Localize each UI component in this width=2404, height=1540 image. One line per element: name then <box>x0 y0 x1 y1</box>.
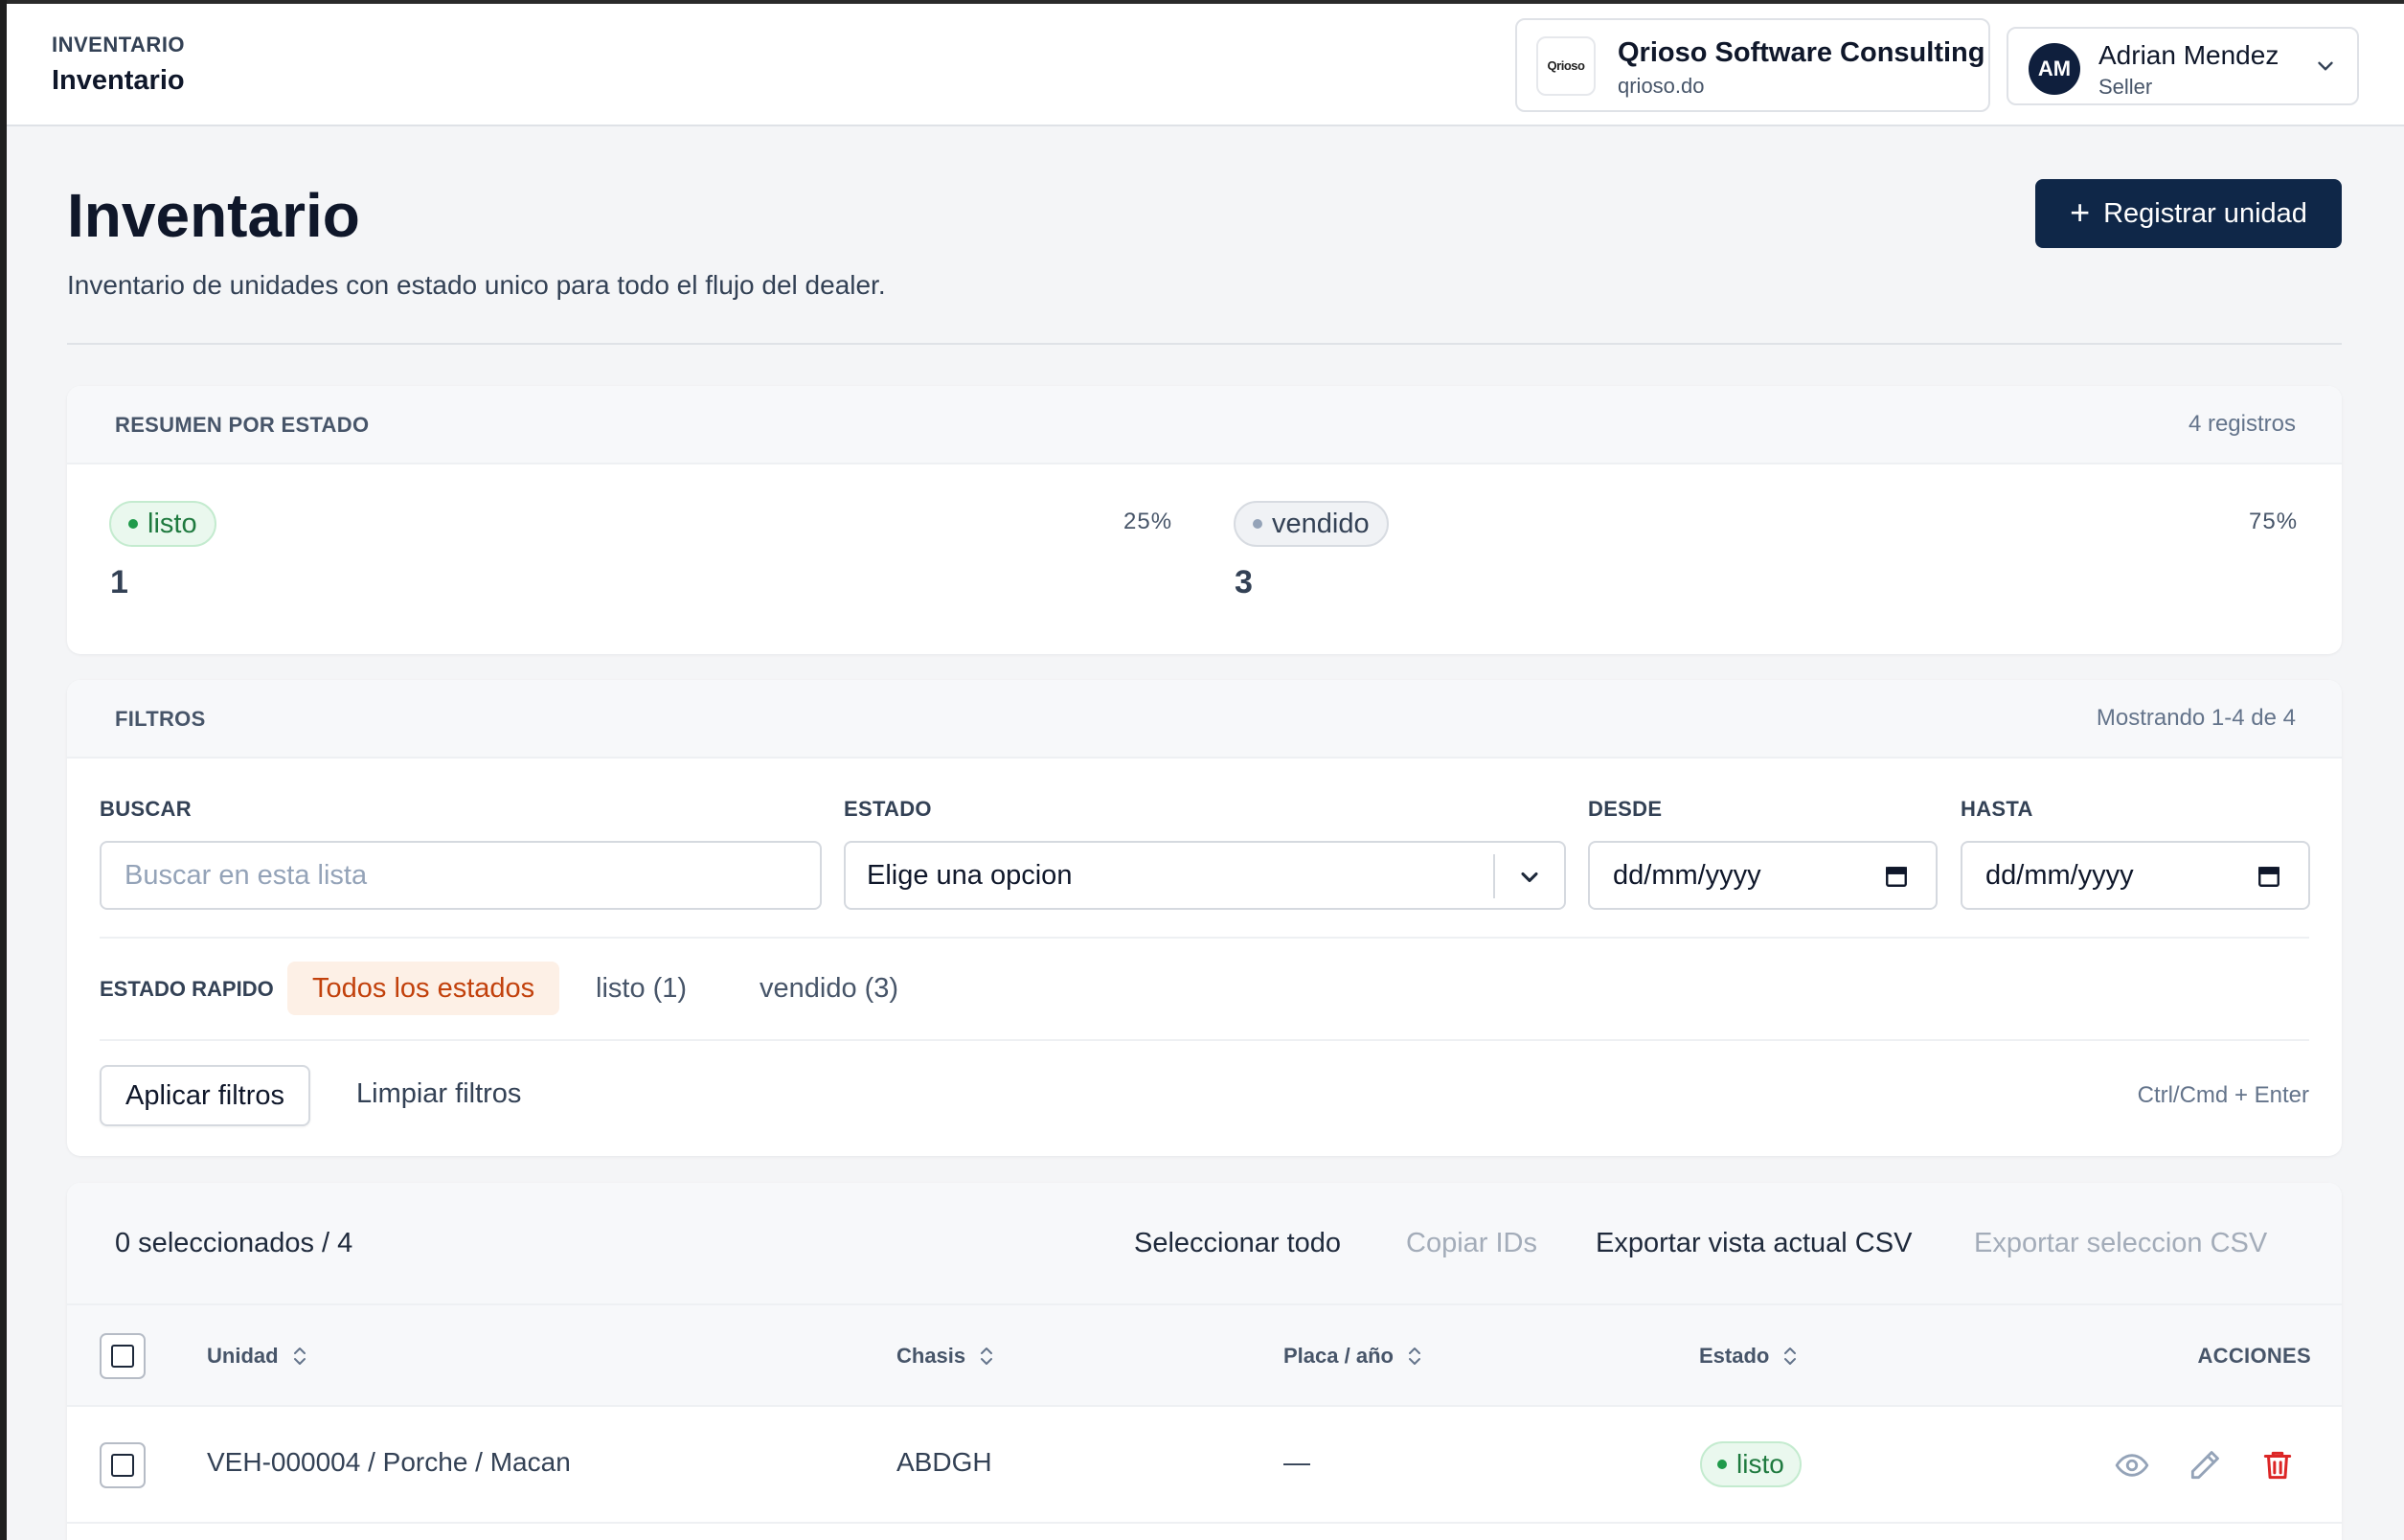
filters-card: FILTROS Mostrando 1-4 de 4 BUSCAR ESTADO… <box>67 680 2342 1156</box>
column-placa-ano-label: Placa / año <box>1283 1344 1394 1368</box>
register-unit-label: Registrar unidad <box>2103 197 2307 229</box>
summary-count: 4 registros <box>2188 411 2296 437</box>
summary-count-listo: 1 <box>110 564 128 600</box>
select-separator <box>1493 854 1495 898</box>
column-estado[interactable]: Estado <box>1699 1344 1800 1369</box>
breadcrumb-section: INVENTARIO <box>52 33 186 57</box>
cell-plate-year: — <box>1283 1447 1310 1477</box>
column-estado-label: Estado <box>1699 1344 1770 1368</box>
column-unidad-label: Unidad <box>207 1344 279 1368</box>
to-date-input[interactable]: dd/mm/yyyy <box>1961 841 2310 910</box>
status-summary-card: RESUMEN POR ESTADO 4 registros listo 1 2… <box>67 386 2342 654</box>
column-unidad[interactable]: Unidad <box>207 1344 309 1369</box>
breadcrumb-page: Inventario <box>52 65 185 96</box>
checkbox-box <box>111 1345 134 1368</box>
eye-icon[interactable] <box>2114 1447 2150 1483</box>
status-badge: listo <box>1700 1441 1802 1487</box>
filters-header: FILTROS Mostrando 1-4 de 4 <box>67 680 2342 759</box>
export-view-csv-button[interactable]: Exportar vista actual CSV <box>1596 1228 1912 1259</box>
status-label: ESTADO <box>844 797 932 821</box>
inventory-table-card: 0 seleccionados / 4 Seleccionar todo Cop… <box>67 1183 2342 1540</box>
summary-item-listo: listo <box>109 501 216 547</box>
summary-percent-listo: 25% <box>1123 509 1173 534</box>
checkbox-box <box>111 1454 134 1477</box>
quick-chip-listo[interactable]: listo (1) <box>571 962 712 1015</box>
select-all-checkbox[interactable] <box>100 1333 146 1379</box>
row-checkbox[interactable] <box>100 1442 146 1488</box>
select-all-button[interactable]: Seleccionar todo <box>1134 1228 1341 1259</box>
to-date-value: dd/mm/yyyy <box>1985 859 2134 891</box>
status-badge-label: listo <box>147 508 197 539</box>
from-date-value: dd/mm/yyyy <box>1613 859 1761 891</box>
sort-icon <box>1408 1348 1420 1365</box>
table-row[interactable]: VEH-000004 / Porche / Macan ABDGH — list… <box>67 1407 2342 1524</box>
quick-chip-all[interactable]: Todos los estados <box>287 962 560 1015</box>
status-dot <box>1717 1460 1727 1469</box>
export-selection-csv-button[interactable]: Exportar seleccion CSV <box>1974 1228 2267 1259</box>
filters-divider <box>100 1039 2309 1041</box>
cell-unit: VEH-000004 / Porche / Macan <box>207 1447 571 1477</box>
bulk-actions-bar: 0 seleccionados / 4 Seleccionar todo Cop… <box>67 1183 2342 1305</box>
register-unit-button[interactable]: + Registrar unidad <box>2035 179 2342 248</box>
column-chasis-label: Chasis <box>896 1344 966 1368</box>
pencil-icon[interactable] <box>2187 1447 2223 1483</box>
summary-percent-vendido: 75% <box>2249 509 2299 534</box>
top-bar: INVENTARIO Inventario Qrioso Qrioso Soft… <box>7 4 2404 126</box>
status-dot <box>1253 519 1262 529</box>
from-date-label: DESDE <box>1588 797 1663 821</box>
selection-count: 0 seleccionados / 4 <box>115 1228 353 1258</box>
status-badge-label: listo <box>1736 1449 1784 1479</box>
status-badge-label: vendido <box>1272 508 1370 539</box>
summary-header: RESUMEN POR ESTADO 4 registros <box>67 386 2342 464</box>
calendar-icon[interactable] <box>2257 864 2281 889</box>
apply-filters-button[interactable]: Aplicar filtros <box>100 1065 310 1126</box>
filters-divider <box>100 937 2309 939</box>
cell-chassis: ABDGH <box>896 1447 992 1477</box>
keyboard-shortcut-hint: Ctrl/Cmd + Enter <box>2137 1082 2309 1108</box>
chevron-down-icon <box>1521 872 1538 883</box>
sort-icon <box>1784 1348 1797 1365</box>
clear-filters-button[interactable]: Limpiar filtros <box>356 1078 521 1110</box>
avatar: AM <box>2029 43 2080 95</box>
table-header: Unidad Chasis Placa / año Estado ACCIONE… <box>67 1305 2342 1407</box>
company-name: Qrioso Software Consulting <box>1618 37 1985 68</box>
filters-label: FILTROS <box>115 707 206 731</box>
company-logo: Qrioso <box>1536 36 1596 96</box>
company-switcher[interactable]: Qrioso Qrioso Software Consulting qrioso… <box>1515 18 1990 112</box>
status-select[interactable]: Elige una opcion <box>844 841 1566 910</box>
search-input[interactable] <box>100 841 822 910</box>
page-subtitle: Inventario de unidades con estado unico … <box>67 270 886 300</box>
to-date-label: HASTA <box>1961 797 2033 821</box>
window-left-border <box>0 0 7 1540</box>
chevron-down-icon[interactable] <box>2313 54 2338 79</box>
quick-chip-vendido[interactable]: vendido (3) <box>735 962 923 1015</box>
quick-status-label: ESTADO RAPIDO <box>100 977 274 1001</box>
user-name: Adrian Mendez <box>2098 40 2279 70</box>
calendar-icon[interactable] <box>1884 864 1909 889</box>
column-chasis[interactable]: Chasis <box>896 1344 996 1369</box>
status-select-value: Elige una opcion <box>867 859 1073 891</box>
header-divider <box>67 343 2342 345</box>
sort-icon <box>981 1348 993 1365</box>
column-placa-ano[interactable]: Placa / año <box>1283 1344 1424 1369</box>
search-label: BUSCAR <box>100 797 192 821</box>
trash-icon[interactable] <box>2259 1447 2296 1483</box>
company-domain: qrioso.do <box>1618 74 1705 98</box>
column-acciones: ACCIONES <box>2197 1344 2311 1368</box>
summary-item-vendido: vendido <box>1234 501 1389 547</box>
user-menu[interactable]: AM Adrian Mendez Seller <box>2007 27 2359 105</box>
page-title: Inventario <box>67 181 360 250</box>
filters-result-count: Mostrando 1-4 de 4 <box>2096 705 2296 731</box>
user-role: Seller <box>2098 75 2153 99</box>
sort-icon <box>293 1348 306 1365</box>
status-badge: listo <box>109 501 216 547</box>
from-date-input[interactable]: dd/mm/yyyy <box>1588 841 1938 910</box>
status-dot <box>128 519 138 529</box>
status-badge: vendido <box>1234 501 1389 547</box>
plus-icon: + <box>2070 192 2091 232</box>
copy-ids-button[interactable]: Copiar IDs <box>1406 1228 1537 1259</box>
summary-count-vendido: 3 <box>1235 564 1253 600</box>
summary-label: RESUMEN POR ESTADO <box>115 413 370 437</box>
